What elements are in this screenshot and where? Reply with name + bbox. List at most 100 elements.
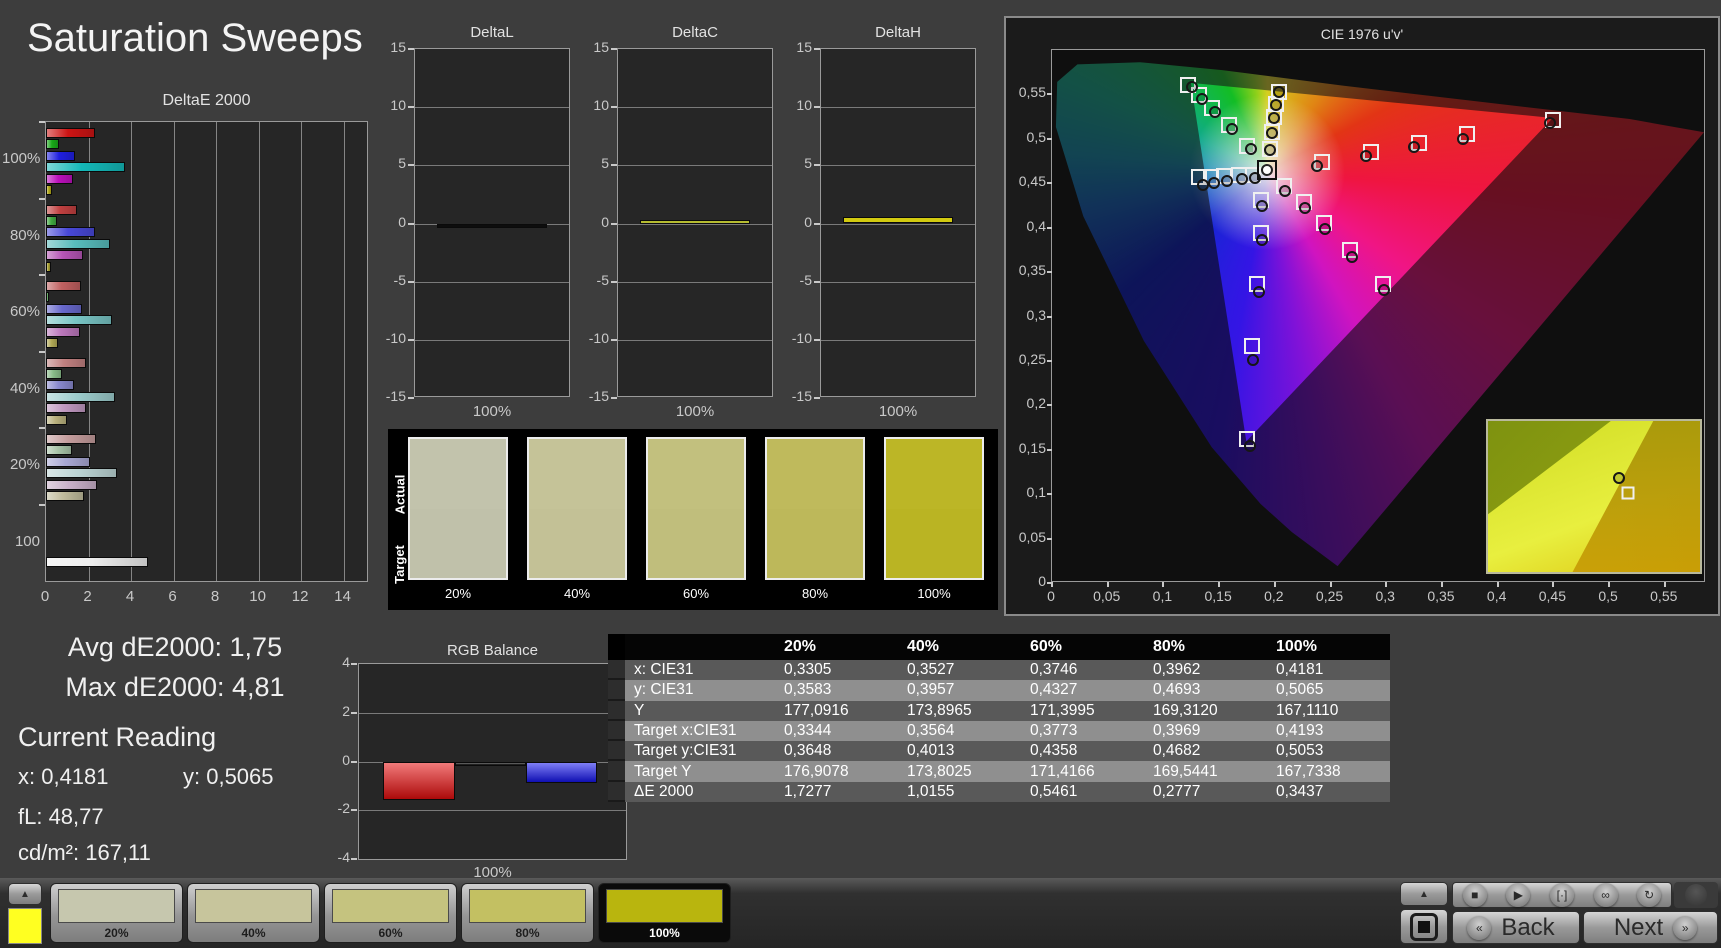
refresh-icon: ↻ (1644, 888, 1655, 902)
square-icon (1410, 912, 1438, 941)
cie-y-tick-label: 0,1 (1026, 484, 1046, 501)
deltae-bar (46, 238, 110, 249)
table-value-cell: 177,0916 (775, 700, 898, 721)
table-value-cell: 0,3957 (898, 680, 1021, 701)
saturation-step-button[interactable]: 60% (324, 883, 457, 943)
refresh-button[interactable]: ↻ (1637, 883, 1662, 907)
back-button[interactable]: « Back (1452, 911, 1580, 944)
deltae-x-tick-label: 4 (125, 588, 135, 605)
step-label: 100% (649, 926, 680, 940)
cie-y-tick (1047, 493, 1052, 496)
deltae-bar (46, 303, 83, 314)
table-value-cell: 171,4166 (1021, 761, 1144, 782)
swatch-panel: Actual Target 20% 40% 60% 80% 100% (388, 429, 998, 610)
patch-up-button[interactable]: ▲ (8, 883, 42, 905)
rgb-y-tick-label: 0 (342, 751, 350, 768)
delta-chart-title: DeltaL (470, 24, 514, 41)
delta-gridline (821, 281, 975, 283)
loop-button[interactable]: ∞ (1593, 883, 1618, 907)
next-label: Next (1613, 913, 1664, 941)
cie-measured-marker (1279, 184, 1292, 197)
table-header-blank (625, 634, 775, 660)
swatch-label: 80% (801, 586, 829, 601)
cie-measured-marker (1299, 201, 1312, 214)
delta-gridline (415, 165, 569, 167)
cie-measured-marker (1244, 143, 1257, 156)
deltae-bar (46, 326, 80, 337)
rgb-tick (351, 760, 357, 763)
cie-x-tick-label: 0,15 (1204, 588, 1232, 604)
controls-up-button[interactable]: ▲ (1400, 882, 1448, 906)
delta-y-tick-label: 10 (390, 97, 406, 114)
cie-measured-marker (1243, 440, 1256, 453)
delta-y-tick-label: 5 (804, 155, 812, 172)
cie-x-tick (1273, 582, 1276, 587)
cie-measured-marker (1252, 286, 1265, 299)
deltae-bar (46, 185, 53, 195)
table-row: Target y:CIE31 0,3648 0,4013 0,4358 0,4682 0,… (608, 741, 1390, 762)
table-value-cell: 0,4181 (1267, 660, 1390, 681)
deltae-tick (39, 197, 45, 200)
table-value-cell: 1,7277 (775, 781, 898, 803)
delta-y-tick-label: -5 (393, 271, 406, 288)
delta-y-tick-label: 10 (593, 97, 609, 114)
cie-measured-marker (1263, 144, 1276, 156)
delta-tick (611, 164, 617, 167)
cie-measured-marker (1265, 127, 1278, 140)
cie-y-tick (1047, 359, 1052, 362)
cie-x-tick (1106, 582, 1109, 587)
rgb-gridline (359, 712, 626, 714)
cie-measured-marker (1345, 251, 1358, 264)
avg-de2000: Avg dE2000: 1,75 (67, 632, 283, 662)
table-value-cell: 0,2777 (1144, 781, 1267, 803)
table-header-cell: 80% (1144, 634, 1267, 660)
cie-y-tick (1047, 182, 1052, 185)
cie-measured-marker (1195, 92, 1208, 105)
cie-measured-marker (1197, 179, 1210, 192)
delta-bar (436, 223, 548, 228)
delta-tick (814, 164, 820, 167)
table-header-cell: 20% (775, 634, 898, 660)
saturation-step-button[interactable]: 80% (461, 883, 594, 943)
single-button[interactable]: [·] (1549, 883, 1574, 907)
measure-stop-button[interactable] (1400, 909, 1448, 944)
saturation-step-button[interactable]: 100% (598, 883, 731, 943)
delta-y-tick-label: 0 (804, 213, 812, 230)
step-label: 80% (515, 926, 540, 940)
next-button[interactable]: Next » (1583, 911, 1718, 944)
back-chevron-icon: « (1467, 915, 1492, 940)
deltae-bar (46, 227, 95, 238)
deltae-group-label: 100% (2, 150, 41, 168)
delta-x-label: 100% (675, 403, 715, 420)
swatch-label: 60% (682, 586, 710, 601)
swatch-actual (648, 439, 744, 509)
swatch-actual (529, 439, 625, 509)
saturation-step-button[interactable]: 40% (187, 883, 320, 943)
current-patch-swatch (8, 908, 42, 944)
delta-tick (611, 106, 617, 109)
swatch-label: 40% (563, 586, 591, 601)
delta-y-tick-label: 15 (390, 39, 406, 55)
cie-target-marker (1243, 338, 1260, 355)
step-label: 60% (378, 926, 403, 940)
table-value-cell: 0,5065 (1267, 680, 1390, 701)
step-label: 40% (241, 926, 266, 940)
play-button[interactable]: ▶ (1506, 883, 1531, 907)
cie-x-tick (1162, 582, 1165, 587)
delta-bar (842, 217, 954, 224)
deltae-group-label: 40% (9, 379, 40, 397)
swatch-label: 20% (444, 586, 472, 601)
deltae-bar (46, 250, 84, 261)
cie-measured-marker (1311, 159, 1324, 172)
deltae-group-label: 60% (9, 303, 40, 321)
delta-tick (408, 48, 414, 50)
saturation-step-button[interactable]: 20% (50, 883, 183, 943)
stop-button[interactable]: ■ (1462, 883, 1487, 907)
table-value-cell: 0,3746 (1021, 660, 1144, 681)
delta-bar (639, 219, 751, 224)
rgb-y-tick-label: -2 (337, 800, 350, 817)
step-label: 20% (104, 926, 129, 940)
rgb-tick (351, 809, 357, 812)
swatch-target (767, 508, 863, 578)
table-value-cell: 173,8965 (898, 700, 1021, 721)
